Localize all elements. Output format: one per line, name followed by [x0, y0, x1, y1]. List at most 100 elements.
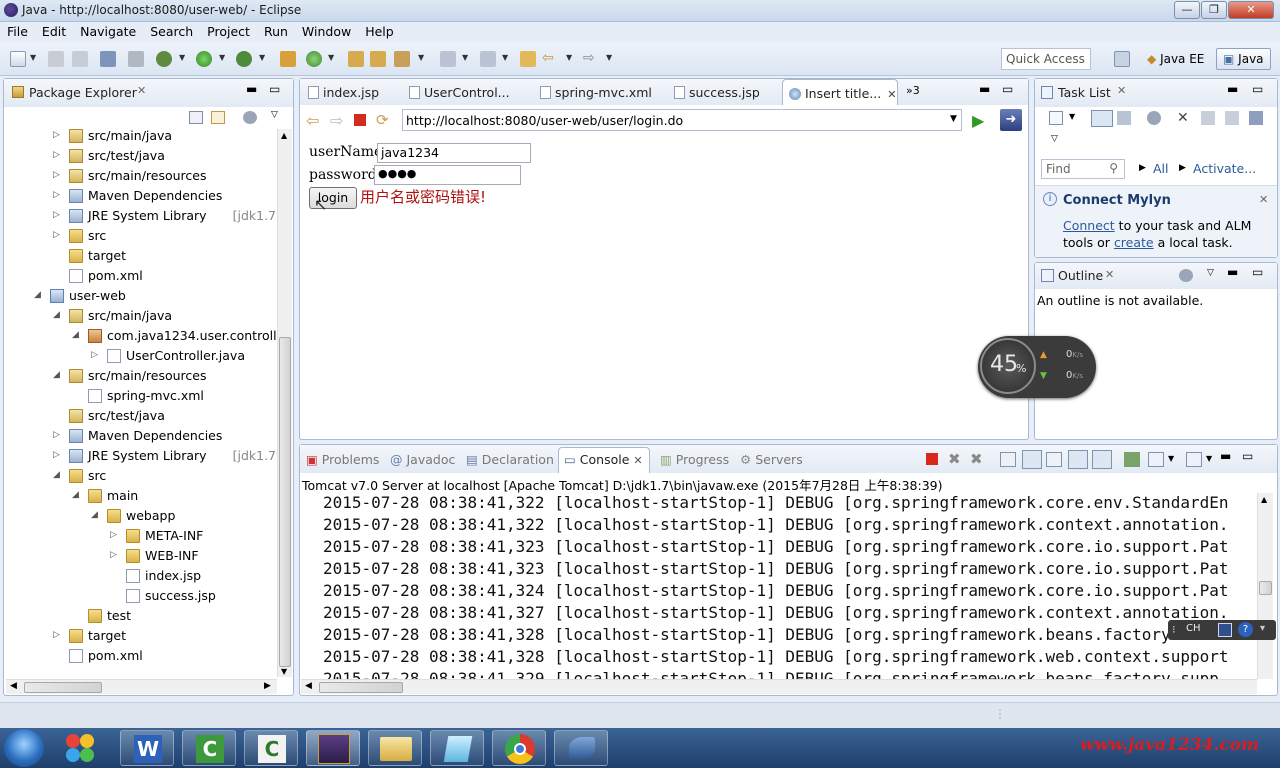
tree-item[interactable]: ▷ target — [4, 626, 276, 646]
tree-item[interactable]: pom.xml — [4, 646, 276, 666]
open-perspective-icon[interactable] — [1114, 51, 1130, 67]
tree-item[interactable]: ▷ JRE System Library [jdk1.7] — [4, 206, 276, 226]
new-class-icon[interactable] — [306, 51, 322, 67]
pin-console-icon[interactable] — [1124, 452, 1140, 467]
console-vscrollbar[interactable]: ▲ — [1257, 493, 1273, 679]
tree-item[interactable]: ▷ src/test/java — [4, 146, 276, 166]
tree-item[interactable]: ◢ webapp — [4, 506, 276, 526]
tab-javadoc[interactable]: @ Javadoc — [390, 452, 455, 467]
taskbar-eclipse[interactable] — [306, 730, 360, 766]
run-external-icon[interactable] — [236, 51, 252, 67]
console-scroll-up-icon[interactable]: ▲ — [1261, 495, 1267, 504]
perspective-java[interactable]: ▣ Java — [1216, 48, 1271, 70]
tree-hscrollbar[interactable]: ◀ ▶ — [6, 679, 277, 694]
scroll-up-icon[interactable]: ▲ — [281, 131, 287, 140]
external-dropdown-icon[interactable]: ▼ — [259, 53, 265, 62]
back-dropdown-icon[interactable]: ▼ — [566, 53, 572, 62]
expand-arrow-icon[interactable]: ▷ — [110, 530, 117, 540]
tree-item[interactable]: ▷ Maven Dependencies — [4, 186, 276, 206]
url-input[interactable]: http://localhost:8080/user-web/user/logi… — [402, 109, 962, 131]
tab-servers[interactable]: ⚙ Servers — [740, 452, 803, 467]
go-icon[interactable]: ▶ — [972, 111, 984, 130]
new-package-icon[interactable] — [280, 51, 296, 67]
editor-minimize-icon[interactable]: ▬ — [979, 82, 990, 96]
close-view-icon[interactable]: ✕ — [137, 84, 146, 97]
display-console-icon[interactable] — [1148, 452, 1164, 467]
expand-arrow-icon[interactable]: ▷ — [53, 210, 60, 220]
console-scroll-left-icon[interactable]: ◀ — [305, 681, 312, 691]
task-find-input[interactable]: Find ⚲ — [1041, 159, 1125, 179]
net-meter-widget[interactable]: 45 % ▲ 0K/s ▼ 0K/s — [978, 336, 1096, 398]
clear-console-icon[interactable] — [1000, 452, 1016, 467]
browser-open-icon[interactable]: ➜ — [1000, 109, 1022, 131]
expand-arrow-icon[interactable]: ▷ — [53, 230, 60, 240]
menu-help[interactable]: Help — [358, 22, 401, 41]
outline-minimize-icon[interactable]: ▬ — [1227, 265, 1238, 279]
expand-arrow-icon[interactable]: ▷ — [53, 150, 60, 160]
tree-item[interactable]: test — [4, 606, 276, 626]
maximize-button[interactable]: ❐ — [1201, 1, 1227, 19]
close-outline-icon[interactable]: ✕ — [1105, 268, 1114, 281]
open-console-dropdown-icon[interactable]: ▼ — [1206, 454, 1212, 463]
minimize-view-icon[interactable]: ▬ — [246, 82, 257, 96]
expand-arrow-icon[interactable]: ▷ — [53, 430, 60, 440]
show-stderr-icon[interactable] — [1092, 450, 1112, 469]
annotation-next-dropdown-icon[interactable]: ▼ — [462, 53, 468, 62]
focus-icon[interactable] — [1147, 111, 1161, 125]
terminate-icon[interactable] — [926, 453, 938, 465]
close-button[interactable]: ✕ — [1228, 1, 1274, 19]
close-task-list-icon[interactable]: ✕ — [1117, 84, 1126, 97]
outline-focus-icon[interactable] — [1179, 269, 1193, 282]
tree-item[interactable]: ▷ src — [4, 226, 276, 246]
ime-language[interactable]: CH — [1186, 623, 1201, 634]
class-dropdown-icon[interactable]: ▼ — [328, 53, 334, 62]
display-console-dropdown-icon[interactable]: ▼ — [1168, 454, 1174, 463]
collapse-arrow-icon[interactable]: ◢ — [72, 490, 79, 500]
taskbar-wps-writer[interactable]: W — [120, 730, 174, 766]
remove-all-icon[interactable]: ✖ — [970, 450, 983, 468]
tree-vscroll-thumb[interactable] — [279, 337, 291, 667]
perspective-javaee[interactable]: ◆ Java EE — [1140, 48, 1211, 70]
activate-link[interactable]: Activate... — [1193, 161, 1256, 176]
outline-tab[interactable]: Outline — [1058, 268, 1103, 283]
collapse-arrow-icon[interactable]: ◢ — [72, 330, 79, 340]
tree-item[interactable]: ▷ UserController.java — [4, 346, 276, 366]
username-input[interactable]: java1234 — [377, 143, 531, 163]
tab-usercontroller[interactable]: UserControl... — [405, 79, 531, 105]
connect-link[interactable]: Connect — [1063, 218, 1115, 233]
tab-spring-mvc[interactable]: spring-mvc.xml — [536, 79, 666, 105]
tab-browser[interactable]: Insert title... ✕ — [782, 79, 898, 105]
tree-item[interactable]: ◢ src — [4, 466, 276, 486]
taskbar-mysql[interactable] — [554, 730, 608, 766]
tab-progress[interactable]: ▥ Progress — [660, 452, 729, 467]
menu-file[interactable]: File — [0, 22, 35, 41]
debug-icon[interactable] — [156, 51, 172, 67]
annotation-next-icon[interactable] — [440, 51, 456, 67]
tree-vscrollbar[interactable]: ▲ ▼ — [277, 129, 292, 677]
word-wrap-icon[interactable] — [1046, 452, 1062, 467]
collapse-arrow-icon[interactable]: ◢ — [53, 470, 60, 480]
tree-item[interactable]: target — [4, 246, 276, 266]
back-icon[interactable]: ⇦ — [542, 50, 554, 66]
tree-item[interactable]: spring-mvc.xml — [4, 386, 276, 406]
console-minimize-icon[interactable]: ▬ — [1220, 449, 1231, 463]
console-hscroll-thumb[interactable] — [319, 682, 403, 693]
expand-arrow-icon[interactable]: ▷ — [53, 630, 60, 640]
link-editor-icon[interactable] — [211, 111, 225, 124]
expand-arrow-icon[interactable]: ▷ — [110, 550, 117, 560]
sync-icon[interactable] — [1201, 111, 1215, 125]
browser-forward-icon[interactable]: ⇨ — [330, 111, 343, 130]
run-icon[interactable] — [196, 51, 212, 67]
annotation-prev-icon[interactable] — [480, 51, 496, 67]
outline-menu-icon[interactable]: ▽ — [1207, 268, 1214, 278]
tree-item[interactable]: ▷ META-INF — [4, 526, 276, 546]
tree-item[interactable]: ◢ com.java1234.user.controller — [4, 326, 276, 346]
view-menu-icon[interactable] — [243, 111, 257, 124]
scroll-lock-icon[interactable] — [1022, 450, 1042, 469]
menu-project[interactable]: Project — [200, 22, 257, 41]
task-dropdown-icon[interactable]: ▽ — [1051, 134, 1058, 144]
tree-item[interactable]: src/test/java — [4, 406, 276, 426]
view-menu-dropdown-icon[interactable]: ▽ — [271, 110, 278, 120]
browser-back-icon[interactable]: ⇦ — [306, 111, 319, 130]
tree-item[interactable]: ◢ src/main/resources — [4, 366, 276, 386]
